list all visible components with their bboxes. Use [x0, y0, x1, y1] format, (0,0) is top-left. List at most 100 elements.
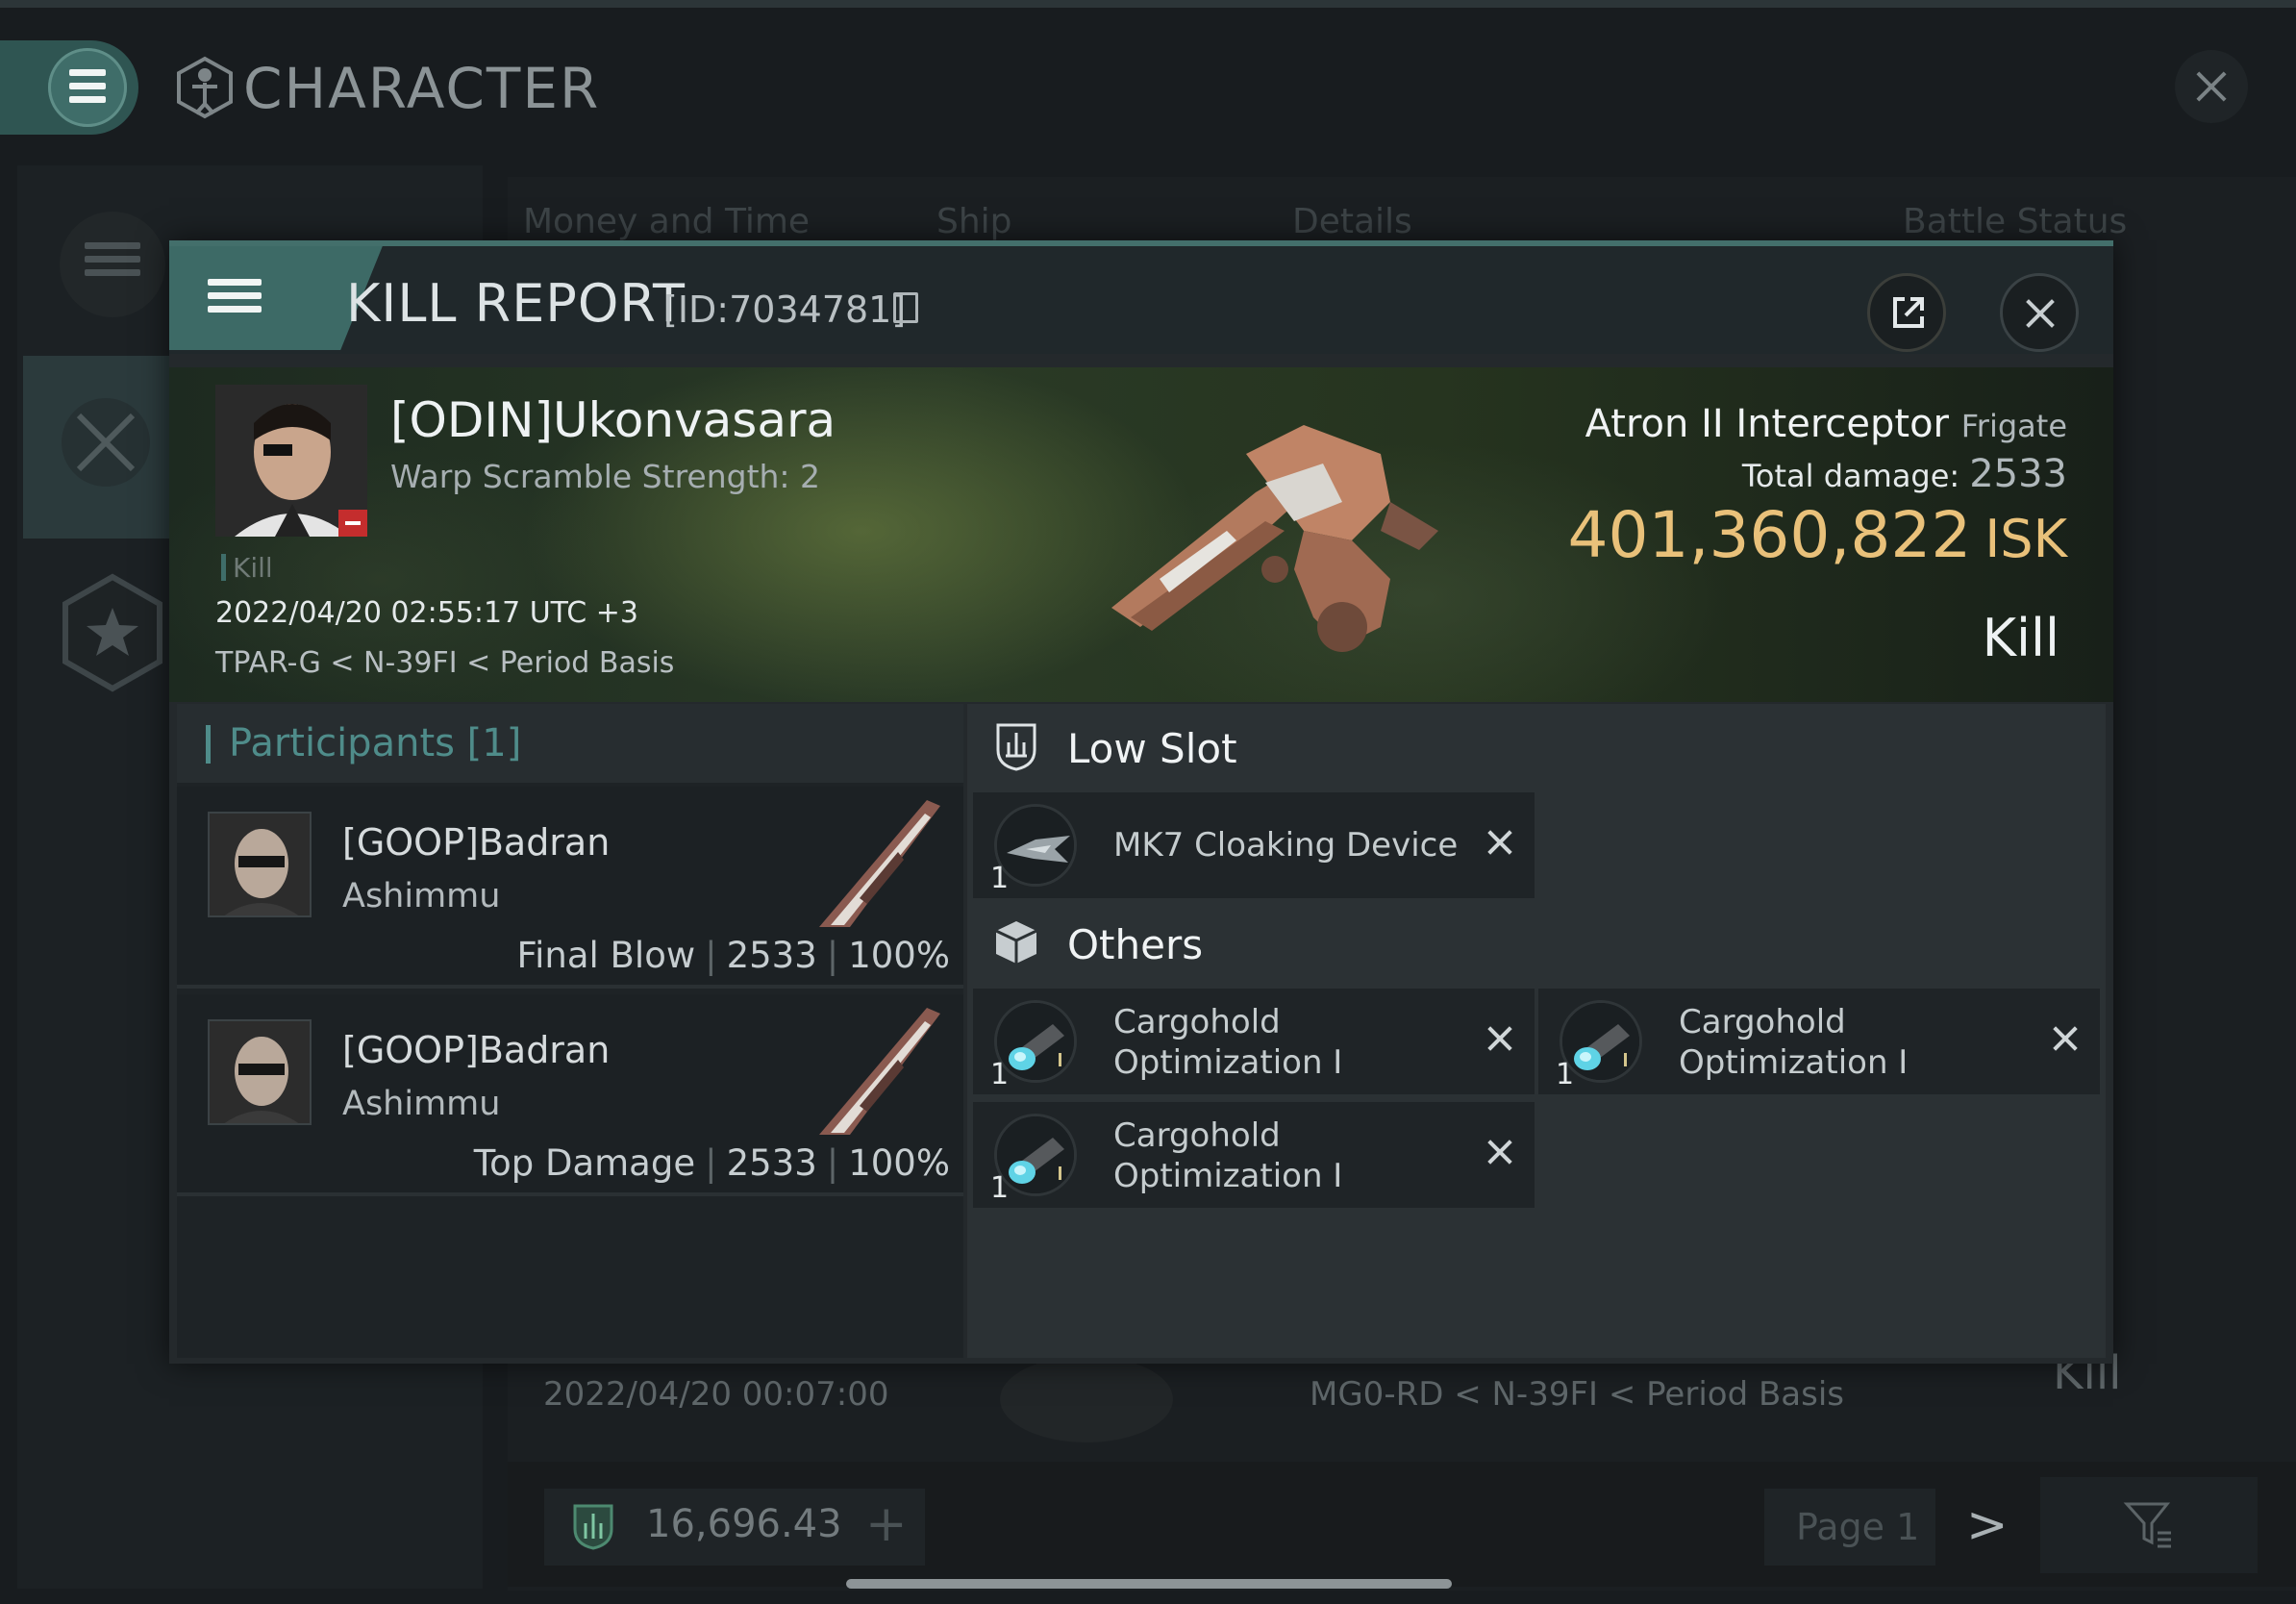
participant-role: Top Damage: [473, 1142, 696, 1184]
participant-percent: 100%: [848, 935, 950, 976]
low-slot-icon: [996, 723, 1036, 771]
item-name-line2: Optimization I: [1113, 1157, 1343, 1195]
page-label: Page 1: [1796, 1506, 1920, 1548]
list-row-ship-image: [1000, 1356, 1173, 1442]
horizontal-scrollbar[interactable]: [846, 1579, 1452, 1589]
item-name-line1: Cargohold: [1113, 1116, 1281, 1155]
tab-money-time[interactable]: Money and Time: [523, 202, 810, 241]
rail-kill-tab[interactable]: [23, 356, 177, 539]
ship-class: Frigate: [1960, 408, 2067, 444]
kill-report-header: KILL REPORT [ID:7034781]: [169, 246, 2113, 354]
ship-name-text: Atron II Interceptor: [1585, 402, 1949, 446]
participant-portrait: [208, 1019, 312, 1125]
destroyed-x-icon: [1485, 1023, 1515, 1054]
participants-title: Participants [1]: [229, 721, 522, 765]
warp-scramble-strength: Warp Scramble Strength: 2: [390, 458, 821, 495]
low-slot-title: Low Slot: [1067, 725, 1237, 772]
add-funds-button[interactable]: +: [865, 1495, 908, 1553]
participants-header: Participants [1]: [177, 704, 963, 783]
total-damage-label: Total damage:: [1741, 458, 1960, 494]
item-name-line2: Optimization I: [1113, 1043, 1343, 1082]
filter-button[interactable]: [2040, 1477, 2258, 1573]
participant-name: [GOOP]Badran: [342, 821, 611, 864]
app-title: CHARACTER: [243, 56, 601, 121]
item-name: MK7 Cloaking Device: [1113, 826, 1459, 865]
victim-banner: [ODIN]Ukonvasara Warp Scramble Strength:…: [169, 367, 2113, 702]
participant-row[interactable]: [GOOP]Badran Ashimmu Top Damage | 2533 | 100…: [177, 994, 963, 1196]
item-cargohold-optimization[interactable]: 1 Cargohold Optimization I: [973, 989, 1535, 1094]
separator: |: [705, 935, 717, 976]
item-cargohold-optimization[interactable]: 1 Cargohold Optimization I: [973, 1102, 1535, 1208]
low-slot-header: Low Slot: [967, 704, 1529, 790]
participant-ship: Ashimmu: [342, 877, 501, 915]
participant-ship: Ashimmu: [342, 1085, 501, 1123]
hamburger-icon: [69, 69, 106, 110]
item-name: Cargohold Optimization I: [1113, 1115, 1342, 1196]
top-strip: [0, 0, 2296, 8]
tab-details[interactable]: Details: [1292, 202, 1412, 241]
app-close-button[interactable]: [2175, 50, 2248, 123]
next-page-button[interactable]: >: [1966, 1496, 2009, 1554]
total-damage-value: 2533: [1969, 452, 2067, 496]
item-name-line1: Cargohold: [1679, 1003, 1846, 1041]
destroyed-x-icon: [1485, 1137, 1515, 1167]
isk-amount: 401,360,822: [1567, 498, 1972, 572]
kill-result-label: Kill: [1982, 608, 2059, 668]
kill-tag-bar: [221, 554, 226, 581]
kill-report-menu-button[interactable]: [169, 246, 323, 350]
destroyed-x-icon: [2050, 1023, 2081, 1054]
item-quantity: 1: [990, 862, 1010, 895]
share-button[interactable]: [1867, 273, 1946, 352]
others-title: Others: [1067, 921, 1204, 968]
external-link-icon: [1893, 297, 1924, 328]
character-icon: [177, 56, 233, 119]
participant-damage: 2533: [726, 935, 817, 976]
rail-list-button[interactable]: [60, 212, 165, 317]
isk-unit: ISK: [1984, 509, 2067, 569]
tab-ship[interactable]: Ship: [936, 202, 1012, 241]
hamburger-icon: [208, 279, 262, 319]
participants-panel: Participants [1] [GOOP]Badran Ashimmu Fi…: [177, 704, 963, 1358]
fitted-items-panel: Low Slot 1 MK7 Cloaking Device Others 1 …: [967, 704, 2106, 1358]
app-menu-button[interactable]: [0, 40, 138, 135]
item-name: Cargohold Optimization I: [1679, 1002, 1908, 1083]
item-quantity: 1: [990, 1058, 1010, 1091]
participant-stats: Final Blow | 2533 | 100%: [517, 935, 951, 976]
separator: |: [826, 1142, 839, 1184]
total-damage: Total damage: 2533: [1515, 452, 2067, 496]
ship-name[interactable]: Atron II Interceptor Frigate: [1515, 402, 2067, 446]
participant-ship-image: [819, 800, 940, 927]
isk-value: 401,360,822 ISK: [1419, 498, 2067, 572]
copy-icon[interactable]: [893, 292, 918, 323]
separator: |: [826, 935, 839, 976]
item-name-line1: Cargohold: [1113, 1003, 1281, 1041]
item-quantity: 1: [1556, 1058, 1575, 1091]
standing-minus-icon: [338, 510, 367, 537]
participant-role: Final Blow: [516, 935, 696, 976]
crossed-swords-icon: [62, 398, 150, 487]
kill-location[interactable]: TPAR-G < N-39FI < Period Basis: [215, 646, 674, 680]
kill-report-title: KILL REPORT: [346, 273, 686, 334]
item-cloaking-device[interactable]: 1 MK7 Cloaking Device: [973, 792, 1535, 898]
item-cargohold-optimization[interactable]: 1 Cargohold Optimization I: [1538, 989, 2100, 1094]
star-icon[interactable]: [60, 573, 165, 692]
participant-stats: Top Damage | 2533 | 100%: [474, 1142, 950, 1184]
destroyed-x-icon: [1485, 827, 1515, 858]
victim-name[interactable]: [ODIN]Ukonvasara: [390, 392, 836, 448]
others-header: Others: [967, 900, 1529, 987]
participant-percent: 100%: [848, 1142, 950, 1184]
participants-accent-bar: [206, 725, 211, 764]
list-row-date: 2022/04/20 00:07:00: [543, 1375, 889, 1414]
item-name-line2: Optimization I: [1679, 1043, 1909, 1082]
participant-row[interactable]: [GOOP]Badran Ashimmu Final Blow | 2533 | 100…: [177, 787, 963, 989]
wallet-icon: [573, 1504, 613, 1550]
participant-portrait: [208, 812, 312, 917]
list-icon: [85, 242, 140, 283]
list-row-location: MG0-RD < N-39FI < Period Basis: [1310, 1375, 1845, 1414]
close-button[interactable]: [2000, 273, 2079, 352]
tab-battle-status[interactable]: Battle Status: [1903, 202, 2127, 241]
cargo-box-icon: [995, 921, 1037, 964]
item-quantity: 1: [990, 1171, 1010, 1205]
kill-tag: Kill: [233, 552, 273, 584]
filter-icon: [2123, 1502, 2171, 1548]
